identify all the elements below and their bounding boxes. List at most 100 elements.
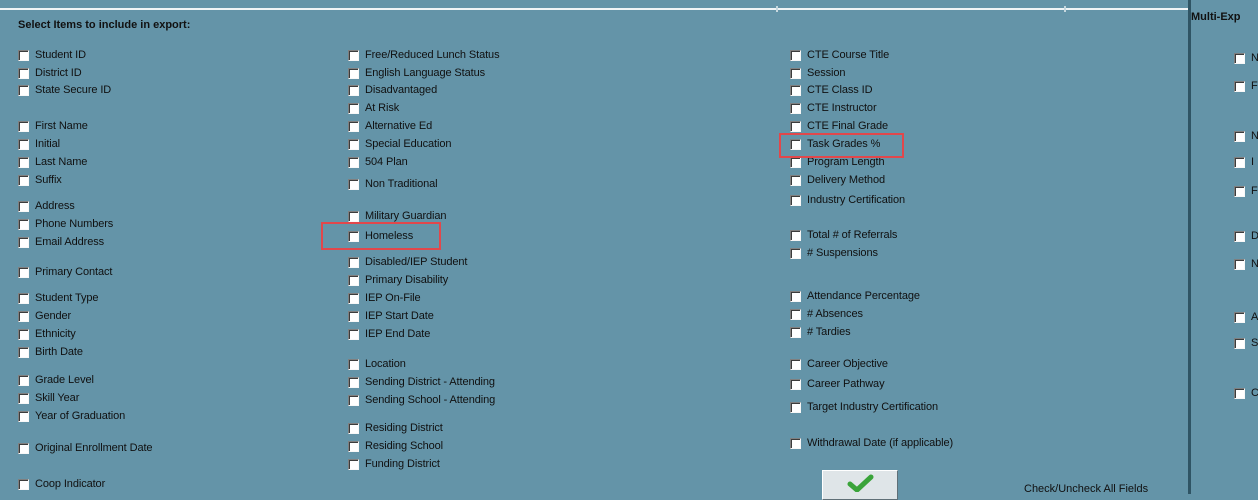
field-option-last-name[interactable]: Last Name <box>18 155 87 169</box>
checkbox[interactable] <box>18 84 29 96</box>
checkbox[interactable] <box>18 392 29 404</box>
checkbox[interactable] <box>348 358 359 370</box>
checkbox[interactable] <box>348 102 359 114</box>
field-option-cte-class-id[interactable]: CTE Class ID <box>790 83 873 97</box>
checkbox[interactable] <box>1234 52 1245 64</box>
field-option-multi-2[interactable]: N <box>1234 129 1258 143</box>
checkbox[interactable] <box>18 138 29 150</box>
checkbox[interactable] <box>348 49 359 61</box>
checkbox[interactable] <box>790 174 801 186</box>
field-option-non-traditional[interactable]: Non Traditional <box>348 177 438 191</box>
field-option-year-of-graduation[interactable]: Year of Graduation <box>18 409 125 423</box>
checkbox[interactable] <box>790 49 801 61</box>
field-option-multi-4[interactable]: F <box>1234 184 1258 198</box>
checkbox[interactable] <box>1234 337 1245 349</box>
field-option-total-of-referrals[interactable]: Total # of Referrals <box>790 228 897 242</box>
checkbox[interactable] <box>1234 258 1245 270</box>
checkbox[interactable] <box>348 310 359 322</box>
field-option-multi-5[interactable]: D <box>1234 229 1258 243</box>
field-option-delivery-method[interactable]: Delivery Method <box>790 173 885 187</box>
checkbox[interactable] <box>18 174 29 186</box>
checkbox[interactable] <box>18 346 29 358</box>
field-option-free-reduced-lunch-status[interactable]: Free/Reduced Lunch Status <box>348 48 500 62</box>
checkbox[interactable] <box>790 437 801 449</box>
checkbox[interactable] <box>790 194 801 206</box>
field-option-residing-district[interactable]: Residing District <box>348 421 443 435</box>
checkbox[interactable] <box>1234 230 1245 242</box>
field-option-disadvantaged[interactable]: Disadvantaged <box>348 83 437 97</box>
field-option-ethnicity[interactable]: Ethnicity <box>18 327 76 341</box>
field-option-multi-3[interactable]: I <box>1234 155 1254 169</box>
checkbox[interactable] <box>1234 387 1245 399</box>
field-option-career-pathway[interactable]: Career Pathway <box>790 377 885 391</box>
checkbox[interactable] <box>790 156 801 168</box>
field-option-residing-school[interactable]: Residing School <box>348 439 443 453</box>
checkbox[interactable] <box>348 394 359 406</box>
field-option-career-objective[interactable]: Career Objective <box>790 357 888 371</box>
field-option-absences[interactable]: # Absences <box>790 307 863 321</box>
field-option-gender[interactable]: Gender <box>18 309 71 323</box>
field-option-suffix[interactable]: Suffix <box>18 173 62 187</box>
checkbox[interactable] <box>790 378 801 390</box>
checkbox[interactable] <box>348 256 359 268</box>
checkbox[interactable] <box>790 247 801 259</box>
checkbox[interactable] <box>348 156 359 168</box>
field-option-original-enrollment-date[interactable]: Original Enrollment Date <box>18 441 153 455</box>
field-option-district-id[interactable]: District ID <box>18 66 82 80</box>
field-option-withdrawal-date-if-applicable[interactable]: Withdrawal Date (if applicable) <box>790 436 953 450</box>
field-option-sending-district-attending[interactable]: Sending District - Attending <box>348 375 495 389</box>
checkbox[interactable] <box>18 328 29 340</box>
checkbox[interactable] <box>348 274 359 286</box>
checkbox[interactable] <box>348 292 359 304</box>
checkbox[interactable] <box>1234 130 1245 142</box>
field-option-cte-final-grade[interactable]: CTE Final Grade <box>790 119 888 133</box>
field-option-cte-course-title[interactable]: CTE Course Title <box>790 48 889 62</box>
field-option-iep-start-date[interactable]: IEP Start Date <box>348 309 434 323</box>
field-option-first-name[interactable]: First Name <box>18 119 88 133</box>
checkbox[interactable] <box>1234 156 1245 168</box>
checkbox[interactable] <box>348 178 359 190</box>
checkbox[interactable] <box>18 292 29 304</box>
checkbox[interactable] <box>18 218 29 230</box>
checkbox[interactable] <box>348 210 359 222</box>
checkbox[interactable] <box>18 156 29 168</box>
field-option-multi-0[interactable]: N <box>1234 51 1258 65</box>
checkbox[interactable] <box>348 440 359 452</box>
field-option-multi-6[interactable]: N <box>1234 257 1258 271</box>
checkbox[interactable] <box>790 401 801 413</box>
checkbox[interactable] <box>790 290 801 302</box>
check-all-button[interactable] <box>822 470 898 500</box>
checkbox[interactable] <box>348 328 359 340</box>
field-option-multi-8[interactable]: S <box>1234 336 1258 350</box>
field-option-attendance-percentage[interactable]: Attendance Percentage <box>790 289 920 303</box>
field-option-multi-7[interactable]: A <box>1234 310 1258 324</box>
field-option-address[interactable]: Address <box>18 199 75 213</box>
field-option-student-id[interactable]: Student ID <box>18 48 86 62</box>
field-option-disabled-iep-student[interactable]: Disabled/IEP Student <box>348 255 467 269</box>
checkbox[interactable] <box>1234 311 1245 323</box>
checkbox[interactable] <box>790 308 801 320</box>
checkbox[interactable] <box>790 102 801 114</box>
checkbox[interactable] <box>18 442 29 454</box>
checkbox[interactable] <box>348 120 359 132</box>
field-option-sending-school-attending[interactable]: Sending School - Attending <box>348 393 495 407</box>
checkbox[interactable] <box>18 478 29 490</box>
checkbox[interactable] <box>18 310 29 322</box>
checkbox[interactable] <box>18 200 29 212</box>
field-option-multi-9[interactable]: C <box>1234 386 1258 400</box>
checkbox[interactable] <box>1234 80 1245 92</box>
field-option-skill-year[interactable]: Skill Year <box>18 391 79 405</box>
field-option-session[interactable]: Session <box>790 66 846 80</box>
field-option-location[interactable]: Location <box>348 357 406 371</box>
checkbox[interactable] <box>790 67 801 79</box>
checkbox[interactable] <box>348 138 359 150</box>
field-option-alternative-ed[interactable]: Alternative Ed <box>348 119 432 133</box>
field-option-iep-on-file[interactable]: IEP On-File <box>348 291 421 305</box>
field-option-504-plan[interactable]: 504 Plan <box>348 155 408 169</box>
field-option-primary-disability[interactable]: Primary Disability <box>348 273 448 287</box>
field-option-birth-date[interactable]: Birth Date <box>18 345 83 359</box>
field-option-suspensions[interactable]: # Suspensions <box>790 246 878 260</box>
field-option-coop-indicator[interactable]: Coop Indicator <box>18 477 105 491</box>
checkbox[interactable] <box>348 458 359 470</box>
checkbox[interactable] <box>790 84 801 96</box>
